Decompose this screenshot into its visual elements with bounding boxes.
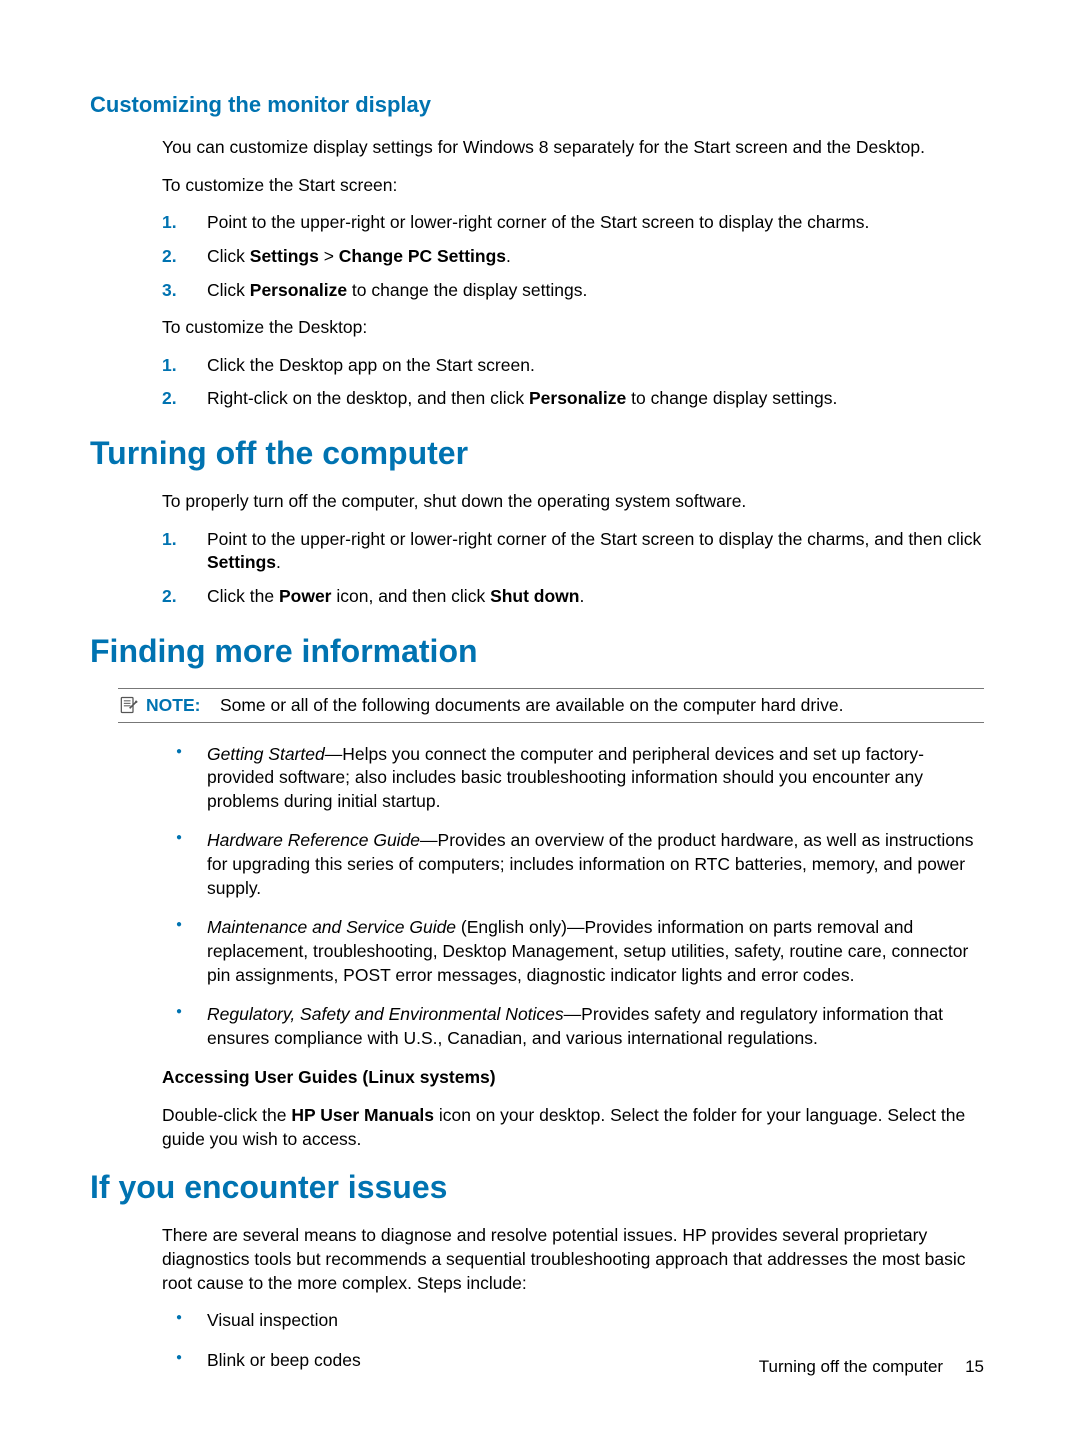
bullet-title: Getting Started: [207, 744, 325, 764]
p-bold: HP User Manuals: [291, 1105, 434, 1125]
section3-subheading: Accessing User Guides (Linux systems): [162, 1066, 984, 1090]
section2-body: To properly turn off the computer, shut …: [162, 490, 984, 609]
list-item: 1. Click the Desktop app on the Start sc…: [162, 354, 984, 378]
heading-if-issues: If you encounter issues: [90, 1169, 984, 1206]
list-item: Getting Started—Helps you connect the co…: [162, 743, 984, 814]
section1-steps2: 1. Click the Desktop app on the Start sc…: [162, 354, 984, 411]
list-item: 3. Click Personalize to change the displ…: [162, 279, 984, 303]
footer-text: Turning off the computer: [759, 1357, 943, 1376]
bullet-text: Blink or beep codes: [207, 1350, 361, 1370]
step-text: .: [580, 586, 585, 606]
step-text: .: [276, 552, 281, 572]
list-item: Regulatory, Safety and Environmental Not…: [162, 1003, 984, 1050]
step-number: 2.: [162, 387, 177, 411]
step-bold: Settings: [250, 246, 319, 266]
bullet-title: Maintenance and Service Guide: [207, 917, 456, 937]
section3-body: Getting Started—Helps you connect the co…: [162, 743, 984, 1152]
step-bold: Settings: [207, 552, 276, 572]
step-bold: Personalize: [250, 280, 347, 300]
list-item: 1. Point to the upper-right or lower-rig…: [162, 211, 984, 235]
list-item: Visual inspection: [162, 1309, 984, 1333]
list-item: 2. Click Settings > Change PC Settings.: [162, 245, 984, 269]
section2-steps: 1. Point to the upper-right or lower-rig…: [162, 528, 984, 609]
step-text: Click: [207, 280, 250, 300]
step-text: .: [506, 246, 511, 266]
step-bold: Personalize: [529, 388, 626, 408]
p-text: Double-click the: [162, 1105, 291, 1125]
bullet-title: Regulatory, Safety and Environmental Not…: [207, 1004, 564, 1024]
step-text: to change the display settings.: [347, 280, 587, 300]
list-item: 1. Point to the upper-right or lower-rig…: [162, 528, 984, 575]
section1-p1: You can customize display settings for W…: [162, 136, 984, 160]
section1-p3: To customize the Desktop:: [162, 316, 984, 340]
section4-body: There are several means to diagnose and …: [162, 1224, 984, 1372]
step-bold: Power: [279, 586, 332, 606]
note-text: Some or all of the following documents a…: [220, 695, 844, 715]
section2-p1: To properly turn off the computer, shut …: [162, 490, 984, 514]
section4-p1: There are several means to diagnose and …: [162, 1224, 984, 1295]
step-text: Right-click on the desktop, and then cli…: [207, 388, 529, 408]
page-footer: Turning off the computer 15: [759, 1357, 984, 1377]
section3-bullets: Getting Started—Helps you connect the co…: [162, 743, 984, 1051]
section1-p2: To customize the Start screen:: [162, 174, 984, 198]
list-item: Hardware Reference Guide—Provides an ove…: [162, 829, 984, 900]
page: Customizing the monitor display You can …: [0, 0, 1080, 1437]
step-bold: Shut down: [490, 586, 579, 606]
note-content: NOTE: Some or all of the following docum…: [146, 695, 843, 716]
step-text: Point to the upper-right or lower-right …: [207, 529, 981, 549]
step-text: to change display settings.: [626, 388, 837, 408]
step-number: 2.: [162, 585, 177, 609]
section3-wrapper: NOTE: Some or all of the following docum…: [118, 688, 984, 723]
step-number: 1.: [162, 528, 177, 552]
list-item: Maintenance and Service Guide (English o…: [162, 916, 984, 987]
heading-customizing-monitor: Customizing the monitor display: [90, 92, 984, 118]
step-number: 2.: [162, 245, 177, 269]
note-label: NOTE:: [146, 695, 200, 715]
bullet-text: Visual inspection: [207, 1310, 338, 1330]
page-number: 15: [965, 1357, 984, 1376]
step-text: Click the Desktop app on the Start scree…: [207, 355, 535, 375]
list-item: 2. Click the Power icon, and then click …: [162, 585, 984, 609]
step-text: Point to the upper-right or lower-right …: [207, 212, 869, 232]
step-number: 1.: [162, 354, 177, 378]
list-item: 2. Right-click on the desktop, and then …: [162, 387, 984, 411]
section1-steps1: 1. Point to the upper-right or lower-rig…: [162, 211, 984, 302]
bullet-title: Hardware Reference Guide: [207, 830, 420, 850]
step-number: 1.: [162, 211, 177, 235]
heading-finding-more-info: Finding more information: [90, 633, 984, 670]
step-text: Click the: [207, 586, 279, 606]
section1-body: You can customize display settings for W…: [162, 136, 984, 411]
step-text: icon, and then click: [332, 586, 491, 606]
note-icon: [118, 695, 138, 715]
step-bold: Change PC Settings: [339, 246, 506, 266]
note-box: NOTE: Some or all of the following docum…: [118, 688, 984, 723]
heading-turning-off: Turning off the computer: [90, 435, 984, 472]
step-text: >: [319, 246, 339, 266]
bullet-after-title: (English only): [456, 917, 567, 937]
section3-p2: Double-click the HP User Manuals icon on…: [162, 1104, 984, 1151]
step-text: Click: [207, 246, 250, 266]
step-number: 3.: [162, 279, 177, 303]
